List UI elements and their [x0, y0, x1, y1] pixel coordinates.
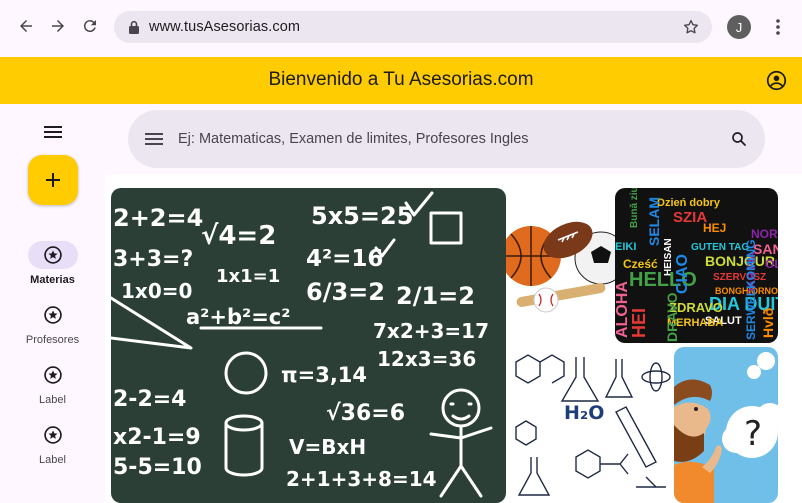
rail-item-label: Materias: [30, 274, 75, 286]
chalkboard-formula: 1x1=1: [216, 266, 280, 287]
chalkboard-formula: 5-5=10: [113, 455, 202, 480]
browser-toolbar: www.tusAsesorias.com J: [0, 0, 802, 57]
thinking-man-image[interactable]: ?: [674, 347, 778, 503]
rail-item-materias[interactable]: Materias: [0, 241, 105, 297]
back-arrow-icon[interactable]: [14, 14, 38, 38]
chalkboard-formula: 1x0=0: [121, 279, 192, 303]
chemistry-illustration: H₂O: [515, 354, 671, 496]
question-mark-icon: ?: [744, 414, 762, 454]
chemistry-formula: H₂O: [564, 402, 604, 424]
profile-avatar[interactable]: J: [727, 15, 751, 39]
page-title: Bienvenido a Tu Asesorias.com: [268, 69, 534, 90]
star-circle-icon: [44, 426, 62, 444]
chalkboard-formula: 2-2=4: [113, 387, 187, 412]
word-cloud-word: SERWELKOMING: [744, 240, 758, 340]
account-circle-icon[interactable]: [766, 70, 787, 96]
navigation-rail: Materias Profesores Label Label: [0, 104, 105, 503]
chalkboard-formula: 2+1+3+8=14: [286, 467, 437, 491]
rail-item-label: Profesores: [25, 334, 80, 346]
chalkboard-formula: √4=2: [201, 221, 276, 251]
rail-item-label: Label: [39, 394, 66, 406]
word-cloud-word: Hvlð: [760, 308, 776, 338]
rail-item-label-3[interactable]: Label: [0, 361, 105, 417]
chalkboard-formula: a²+b²=c²: [186, 305, 290, 329]
chalkboard-formula: 12x3=36: [377, 347, 476, 371]
main-content: Ej: Matematicas, Examen de limites, Prof…: [105, 104, 802, 503]
chalkboard-formula: 7x2+3=17: [373, 319, 489, 343]
math-chalkboard-image[interactable]: 2+2=4 5x5=25 3+3=? √4=2 4²=16 1x1=1 1x0=0 a²+b²…: [111, 188, 506, 503]
menu-icon[interactable]: [142, 127, 166, 151]
lock-icon: [128, 20, 140, 39]
word-cloud-word: NORO: [751, 227, 778, 241]
search-input[interactable]: Ej: Matematicas, Examen de limites, Prof…: [178, 131, 529, 147]
chemistry-sketch-image[interactable]: H₂O: [506, 347, 674, 503]
sports-balls-image[interactable]: [506, 188, 615, 343]
word-cloud-word: Bună ziua: [629, 188, 640, 228]
chalkboard-formula: 5x5=25: [311, 202, 413, 230]
rail-item-profesores[interactable]: Profesores: [0, 301, 105, 357]
word-cloud-word: SZERVUSZ: [713, 272, 766, 283]
word-cloud-word: Dzień dobry: [657, 197, 721, 209]
word-cloud-word: OLA: [765, 257, 778, 271]
address-bar[interactable]: www.tusAsesorias.com: [114, 11, 712, 43]
word-cloud-word: DRAVO: [664, 292, 680, 342]
bookmark-star-icon[interactable]: [682, 18, 700, 41]
forward-arrow-icon[interactable]: [46, 14, 70, 38]
word-cloud-word: SELAM: [646, 197, 662, 246]
reload-icon[interactable]: [78, 14, 102, 38]
search-icon[interactable]: [727, 127, 751, 151]
menu-icon[interactable]: [41, 120, 65, 144]
chalkboard-formula: 6/3=2: [306, 278, 385, 306]
greetings-word-cloud-image[interactable]: Dzień dobrySZIABună ziuaSELAMHEJNOROGUTE…: [615, 188, 778, 343]
rail-item-label-4[interactable]: Label: [0, 421, 105, 477]
chalkboard-formula: 3+3=?: [113, 247, 193, 272]
add-button[interactable]: [28, 155, 78, 205]
star-circle-icon: [44, 366, 62, 384]
word-cloud-word: HEI: [629, 308, 649, 338]
chalkboard-formula: x2-1=9: [113, 425, 201, 450]
star-circle-icon: [44, 306, 62, 324]
word-cloud-illustration: Dzień dobrySZIABună ziuaSELAMHEJNOROGUTE…: [615, 188, 778, 342]
star-circle-icon: [44, 246, 62, 264]
chalkboard-formula: √36=6: [326, 401, 405, 426]
chalkboard-formula: 2+2=4: [113, 204, 203, 232]
word-cloud-word: CIAO: [674, 254, 691, 294]
chalkboard-formula: 2/1=2: [396, 282, 475, 310]
chalkboard-illustration: 2+2=4 5x5=25 3+3=? √4=2 4²=16 1x1=1 1x0=0a²+b²…: [111, 191, 493, 498]
chalkboard-formula: π=3,14: [281, 363, 367, 387]
plus-icon: [46, 173, 60, 187]
thinking-man-illustration: ?: [674, 352, 778, 503]
chalkboard-formula: V=BxH: [289, 435, 366, 459]
sports-balls-illustration: [506, 221, 615, 313]
url-text: www.tusAsesorias.com: [149, 19, 301, 35]
rail-item-label: Label: [39, 454, 66, 466]
search-bar[interactable]: Ej: Matematicas, Examen de limites, Prof…: [128, 110, 765, 168]
app-bar: Bienvenido a Tu Asesorias.com: [0, 57, 802, 104]
word-cloud-word: EIKI: [615, 241, 636, 253]
chalkboard-formula: 4²=16: [306, 246, 383, 272]
more-vert-icon[interactable]: [766, 15, 790, 39]
word-cloud-word: HEJ: [703, 221, 726, 235]
word-cloud-word: GUTEN TAG: [691, 242, 749, 253]
